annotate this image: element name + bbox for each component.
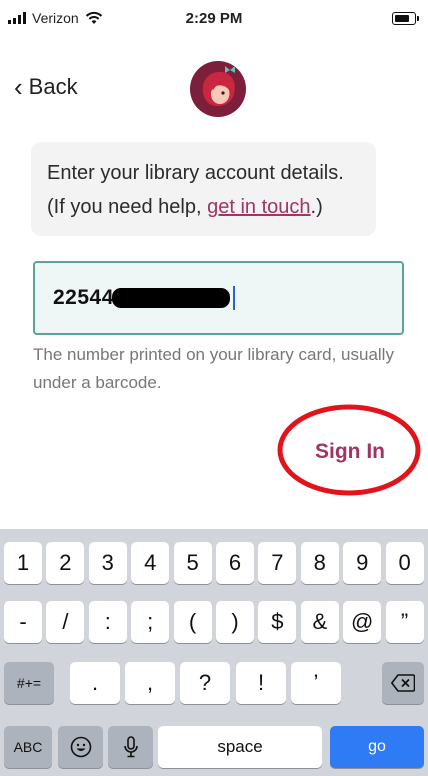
keyboard-key-row3-3[interactable]: ! <box>236 662 286 704</box>
keyboard-key-row1-1[interactable]: 2 <box>46 542 85 584</box>
keyboard-key-row2-8[interactable]: @ <box>343 601 382 643</box>
keyboard-key-row1-2[interactable]: 3 <box>88 542 127 584</box>
libby-signin-screen: Verizon 2:29 PM ‹ Back Enter your librar… <box>0 0 428 776</box>
keyboard-key-row1-9[interactable]: 0 <box>385 542 424 584</box>
back-button[interactable]: ‹ Back <box>14 74 78 100</box>
keyboard-key-row2-1[interactable]: / <box>46 601 85 643</box>
symbols-mode-key[interactable]: #+= <box>4 662 54 704</box>
battery-icon <box>392 12 419 25</box>
keyboard-key-row1-5[interactable]: 6 <box>216 542 254 584</box>
keyboard-key-row2-3[interactable]: ; <box>131 601 170 643</box>
red-annotation-circle <box>277 404 421 496</box>
keyboard-key-row1-3[interactable]: 4 <box>131 542 170 584</box>
keyboard-key-row3-1[interactable]: , <box>125 662 175 704</box>
instructions-line-1: Enter your library account details. <box>47 162 344 184</box>
status-bar: Verizon 2:29 PM <box>0 0 428 40</box>
library-card-number-input[interactable]: 22544 <box>33 261 404 335</box>
numeric-keyboard: #+= ABC space go 1 2 3 4 5 6 7 8 9 0 - /:;() $ & @”.,?… <box>0 529 428 776</box>
get-in-touch-link[interactable]: get in touch <box>207 196 310 218</box>
backspace-icon <box>391 674 415 692</box>
keyboard-key-row1-8[interactable]: 9 <box>343 542 382 584</box>
emoji-key[interactable] <box>58 726 103 768</box>
keyboard-key-row3-4[interactable]: ’ <box>291 662 341 704</box>
text-cursor <box>232 286 235 310</box>
go-key[interactable]: go <box>330 726 424 768</box>
libby-logo-icon <box>190 61 246 117</box>
space-key[interactable]: space <box>158 726 322 768</box>
emoji-icon <box>70 736 91 758</box>
keyboard-key-row2-0[interactable]: - <box>4 601 42 643</box>
card-number-helper-text: The number printed on your library card,… <box>33 345 394 392</box>
keyboard-key-row2-6[interactable]: $ <box>258 601 297 643</box>
keyboard-key-row2-9[interactable]: ” <box>385 601 424 643</box>
keyboard-key-row1-0[interactable]: 1 <box>4 542 42 584</box>
instructions-line-2: (If you need help, get in touch.) <box>47 190 360 224</box>
status-time: 2:29 PM <box>185 10 243 27</box>
keyboard-key-row2-5[interactable]: ) <box>216 601 254 643</box>
keyboard-key-row1-4[interactable]: 5 <box>173 542 212 584</box>
keyboard-key-row1-6[interactable]: 7 <box>258 542 297 584</box>
keyboard-key-row2-7[interactable]: & <box>300 601 339 643</box>
abc-key[interactable]: ABC <box>4 726 52 768</box>
keyboard-key-row3-0[interactable]: . <box>70 662 120 704</box>
help-prefix: (If you need help, <box>47 196 208 218</box>
card-number-value: 22544 <box>53 286 114 309</box>
dictation-key[interactable] <box>108 726 153 768</box>
instructions-card: Enter your library account details. (If … <box>31 142 376 236</box>
chevron-left-icon: ‹ <box>14 72 23 102</box>
keyboard-key-row2-2[interactable]: : <box>88 601 127 643</box>
keyboard-key-row3-2[interactable]: ? <box>180 662 230 704</box>
keyboard-key-row2-4[interactable]: ( <box>173 601 212 643</box>
keyboard-key-row1-7[interactable]: 8 <box>300 542 339 584</box>
help-suffix: .) <box>310 196 323 218</box>
microphone-icon <box>123 736 138 758</box>
back-label: Back <box>28 74 78 99</box>
backspace-key[interactable] <box>382 662 424 704</box>
redaction-mark <box>111 288 230 308</box>
